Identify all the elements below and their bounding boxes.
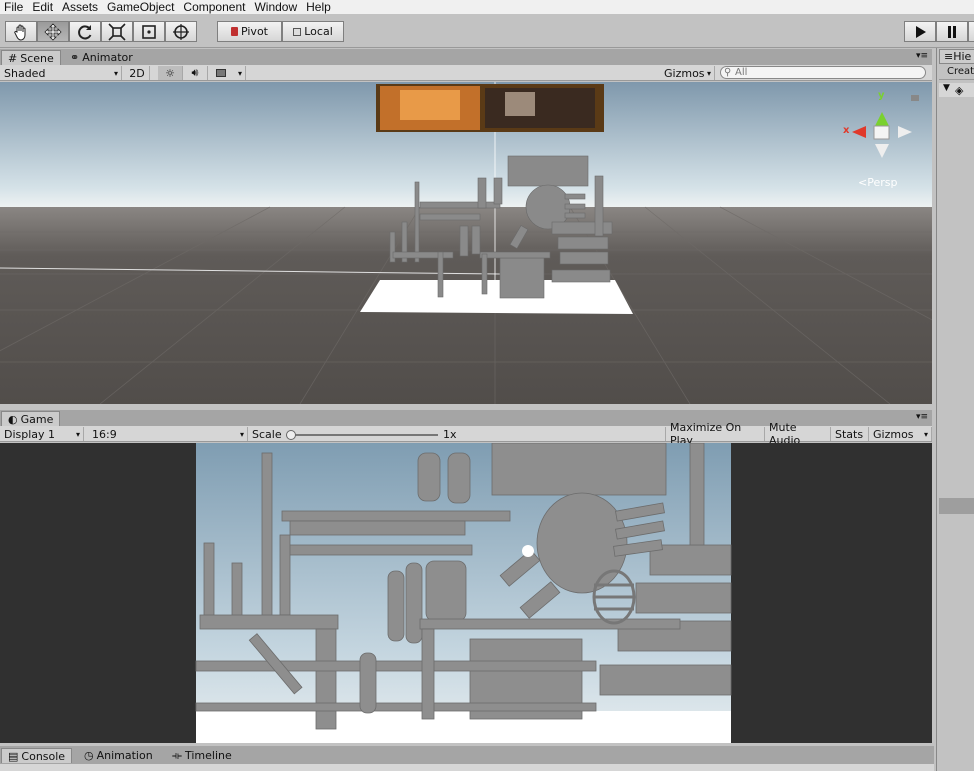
pause-icon	[948, 25, 956, 38]
menu-bar: File Edit Assets GameObject Component Wi…	[0, 0, 974, 14]
clock-icon: ◷	[84, 749, 94, 762]
scale-label: Scale	[252, 427, 282, 441]
game-controlbar: Display 1 16:9 Scale 1x Maximize On Play…	[0, 421, 932, 447]
rotate-tool-button[interactable]	[69, 21, 101, 42]
search-icon: ⚲	[724, 67, 732, 78]
hierarchy-list-icon: ≡	[944, 50, 954, 63]
maximize-on-play-toggle[interactable]: Maximize On Play	[665, 421, 765, 447]
play-icon	[916, 25, 926, 38]
animator-icon: ⚭	[70, 51, 80, 64]
timeline-icon: ⟛	[172, 748, 182, 762]
game-controller-icon: ◐	[8, 412, 18, 426]
scale-control: Scale 1x	[248, 427, 460, 441]
tab-hierarchy[interactable]: ≡Hie	[939, 49, 974, 64]
tab-animation-label: Animation	[96, 749, 153, 762]
move-icon	[44, 22, 62, 41]
transform-icon	[173, 23, 189, 40]
pause-button[interactable]	[936, 21, 968, 42]
scene-viewport[interactable]: y x <Persp	[0, 82, 932, 404]
scene-gizmos-dropdown[interactable]: Gizmos	[660, 66, 715, 80]
scene-grid-icon: #	[8, 51, 18, 65]
game-panel-menu-icon[interactable]: ▾≡	[916, 412, 928, 422]
speaker-icon: 🔊︎	[191, 66, 199, 79]
pivot-icon	[230, 27, 238, 36]
tab-animation[interactable]: ◷ Animation	[78, 748, 159, 763]
persp-label[interactable]: <Persp	[858, 176, 897, 189]
create-dropdown[interactable]: Creat	[939, 66, 974, 80]
rect-tool-button[interactable]	[133, 21, 165, 42]
unity-logo-icon: ◈	[955, 84, 964, 97]
tab-game[interactable]: ◐ Game	[1, 411, 61, 426]
console-toolbar	[0, 764, 934, 771]
tab-animator-label: Animator	[82, 51, 133, 64]
scale-value: 1x	[443, 427, 457, 441]
step-button[interactable]	[968, 21, 974, 42]
display-dropdown[interactable]: Display 1	[0, 427, 84, 441]
mute-audio-toggle[interactable]: Mute Audio	[765, 421, 831, 447]
hand-icon	[14, 24, 26, 41]
scene-render	[0, 82, 932, 404]
local-cube-icon	[293, 27, 302, 36]
scale-slider-track[interactable]	[288, 434, 438, 436]
menu-edit[interactable]: Edit	[28, 0, 58, 14]
transform-tool-button[interactable]	[165, 21, 197, 42]
tab-game-label: Game	[20, 412, 54, 426]
scene-search-input[interactable]: ⚲ All	[720, 66, 926, 79]
scene-tabstrip: # Scene ⚭ Animator ▾≡	[0, 49, 932, 65]
hierarchy-selected-row[interactable]	[939, 498, 974, 514]
tab-console[interactable]: ▤ Console	[1, 748, 73, 763]
main-toolbar: Pivot Local	[0, 14, 974, 48]
tab-animator[interactable]: ⚭ Animator	[64, 50, 139, 65]
game-gizmos-dropdown[interactable]: Gizmos	[869, 427, 932, 441]
panel-menu-icon[interactable]: ▾≡	[916, 51, 928, 61]
axis-y-label: y	[878, 90, 885, 101]
tab-timeline[interactable]: ⟛ Timeline	[166, 748, 238, 763]
hierarchy-scene-row[interactable]: ▼ ◈	[939, 83, 974, 97]
menu-component[interactable]: Component	[179, 0, 250, 14]
shading-mode-dropdown[interactable]: Shaded	[0, 66, 122, 80]
scene-controlbar: Shaded 2D ☼ 🔊︎ Gizmos ⚲ All	[0, 65, 932, 81]
bottom-tabstrip: ▤ Console ◷ Animation ⟛ Timeline	[0, 746, 934, 771]
scale-icon	[108, 22, 126, 41]
menu-assets[interactable]: Assets	[58, 0, 103, 14]
tab-scene-label: Scene	[20, 51, 54, 65]
stats-toggle[interactable]: Stats	[831, 427, 869, 441]
lighting-toggle[interactable]: ☼	[158, 66, 183, 80]
local-label: Local	[304, 25, 333, 38]
audio-toggle[interactable]: 🔊︎	[183, 66, 208, 80]
2d-toggle[interactable]: 2D	[125, 66, 150, 80]
move-tool-button[interactable]	[37, 21, 69, 42]
sun-icon: ☼	[165, 66, 175, 80]
aspect-dropdown[interactable]: 16:9	[88, 427, 248, 441]
menu-window[interactable]: Window	[250, 0, 302, 14]
menu-gameobject[interactable]: GameObject	[103, 0, 179, 14]
tab-timeline-label: Timeline	[184, 749, 232, 762]
game-render	[195, 443, 732, 743]
pivot-label: Pivot	[240, 25, 268, 38]
tab-scene[interactable]: # Scene	[1, 50, 61, 65]
expand-arrow-icon: ▼	[943, 83, 950, 93]
play-button[interactable]	[904, 21, 936, 42]
menu-help[interactable]: Help	[302, 0, 336, 14]
effects-dropdown[interactable]	[212, 66, 246, 80]
image-icon	[216, 69, 226, 77]
hand-tool-button[interactable]	[5, 21, 37, 42]
pivot-toggle[interactable]: Pivot	[217, 21, 282, 42]
game-viewport[interactable]	[0, 443, 932, 743]
local-toggle[interactable]: Local	[282, 21, 344, 42]
rotate-icon	[78, 24, 92, 39]
scale-slider-thumb[interactable]	[286, 430, 296, 440]
rect-transform-icon	[142, 24, 156, 39]
menu-file[interactable]: File	[0, 0, 28, 14]
hierarchy-panel: ≡Hie Creat ▼ ◈	[936, 48, 974, 771]
scale-tool-button[interactable]	[101, 21, 133, 42]
tab-console-label: Console	[21, 749, 66, 763]
axis-x-label: x	[843, 125, 850, 136]
console-icon: ▤	[8, 749, 19, 763]
